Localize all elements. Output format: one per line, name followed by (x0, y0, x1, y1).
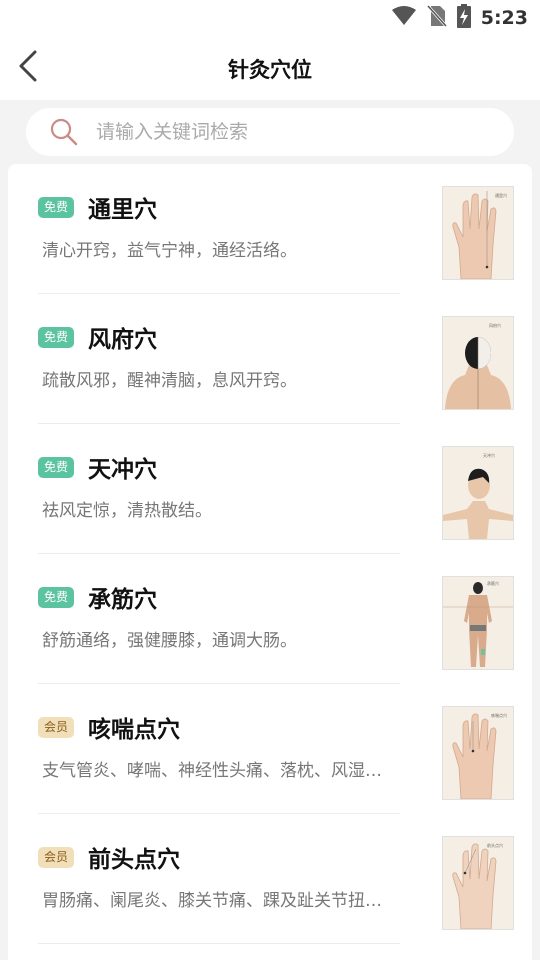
list-item[interactable]: 会员 前头点穴 胃肠痛、阑尾炎、膝关节痛、踝及趾关节扭… 前头点穴 (8, 814, 532, 944)
item-title: 通里穴 (88, 197, 157, 223)
body-back-acupoint-image: 承筋穴 (442, 576, 514, 670)
item-description: 祛风定惊，清热散结。 (42, 501, 212, 521)
list-item[interactable]: 免费 天冲穴 祛风定惊，清热散结。 天冲穴 (8, 424, 532, 554)
no-sim-icon (426, 4, 447, 31)
item-description: 清心开窍，益气宁神，通经活络。 (42, 241, 297, 261)
divider (38, 943, 400, 944)
head-back-acupoint-image: 风府穴 (442, 316, 514, 410)
list-item[interactable]: 免费 风府穴 疏散风邪，醒神清脑，息风开窍。 风府穴 (8, 294, 532, 424)
item-description: 舒筋通络，强健腰膝，通调大肠。 (42, 631, 297, 651)
hand-acupoint-image: 通里穴 (442, 186, 514, 280)
list-item[interactable]: 免费 通里穴 清心开窍，益气宁神，通经活络。 通里穴 (8, 164, 532, 294)
head-side-acupoint-image: 天冲穴 (442, 446, 514, 540)
status-time: 5:23 (480, 7, 528, 29)
item-description: 支气管炎、哮喘、神经性头痛、落枕、风湿… (42, 761, 382, 781)
svg-text:风府穴: 风府穴 (489, 322, 501, 328)
free-badge: 免费 (38, 327, 74, 348)
free-badge: 免费 (38, 587, 74, 608)
status-icons: 5:23 (391, 4, 528, 32)
hand-acupoint-image: 前头点穴 (442, 836, 514, 930)
battery-charging-icon (456, 4, 471, 32)
item-title: 天冲穴 (88, 457, 157, 483)
search-icon (50, 118, 78, 146)
svg-text:通里穴: 通里穴 (495, 192, 507, 198)
list-item[interactable]: 免费 承筋穴 舒筋通络，强健腰膝，通调大肠。 承筋穴 (8, 554, 532, 684)
list-item[interactable]: 会员 咳喘点穴 支气管炎、哮喘、神经性头痛、落枕、风湿… 咳喘点穴 (8, 684, 532, 814)
item-title: 咳喘点穴 (88, 717, 180, 743)
item-description: 胃肠痛、阑尾炎、膝关节痛、踝及趾关节扭… (42, 891, 382, 911)
hand-acupoint-image: 咳喘点穴 (442, 706, 514, 800)
acupoint-list: 免费 通里穴 清心开窍，益气宁神，通经活络。 通里穴 免费 风府穴 疏散风邪，醒… (8, 164, 532, 960)
free-badge: 免费 (38, 457, 74, 478)
search-input[interactable] (94, 120, 478, 144)
member-badge: 会员 (38, 847, 74, 868)
svg-text:天冲穴: 天冲穴 (483, 452, 495, 458)
item-title: 前头点穴 (88, 847, 180, 873)
item-title: 风府穴 (88, 327, 157, 353)
member-badge: 会员 (38, 717, 74, 738)
svg-text:前头点穴: 前头点穴 (487, 842, 503, 848)
svg-text:承筋穴: 承筋穴 (487, 580, 499, 586)
item-description: 疏散风邪，醒神清脑，息风开窍。 (42, 371, 297, 391)
page-title: 针灸穴位 (228, 58, 312, 82)
search-bar[interactable] (26, 108, 514, 156)
item-title: 承筋穴 (88, 587, 157, 613)
status-bar: 5:23 (0, 0, 540, 36)
app-header: 针灸穴位 (0, 36, 540, 100)
wifi-icon (391, 6, 417, 30)
free-badge: 免费 (38, 197, 74, 218)
svg-text:咳喘点穴: 咳喘点穴 (491, 712, 507, 718)
